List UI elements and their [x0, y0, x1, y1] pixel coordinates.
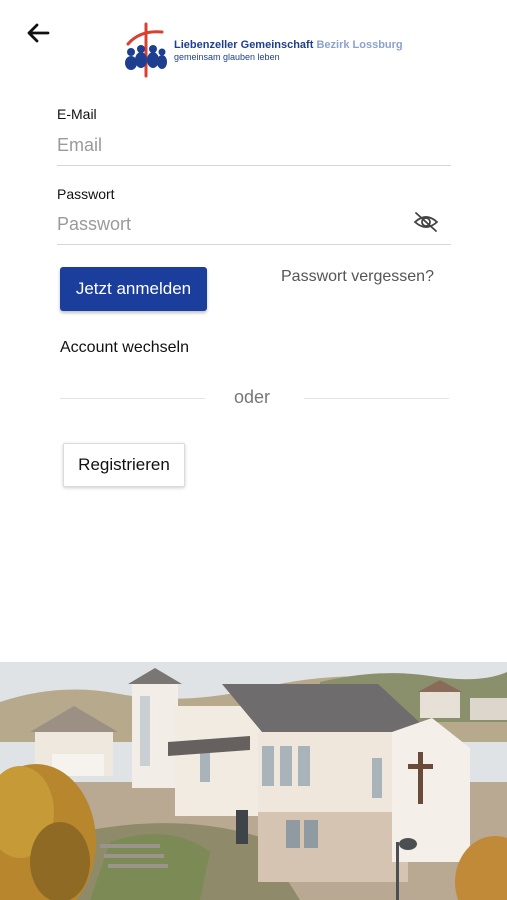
switch-account-link[interactable]: Account wechseln: [60, 339, 189, 357]
logo-name: Liebenzeller Gemeinschaft: [174, 38, 314, 51]
password-visibility-toggle[interactable]: [412, 210, 440, 234]
logo-text: Liebenzeller Gemeinschaft Bezirk Lossbur…: [174, 39, 403, 62]
eye-off-icon: [413, 212, 439, 232]
forgot-password-link[interactable]: Passwort vergessen?: [281, 268, 434, 286]
logo-district: Bezirk Lossburg: [316, 38, 403, 51]
divider-line-right: [304, 398, 449, 399]
register-button[interactable]: Registrieren: [63, 443, 185, 487]
logo-mark-icon: [125, 22, 167, 78]
church-building-photo: [0, 662, 507, 900]
login-button[interactable]: Jetzt anmelden: [60, 267, 207, 311]
arrow-left-icon: [27, 23, 50, 43]
email-field[interactable]: [57, 126, 451, 166]
logo-tagline: gemeinsam glauben leben: [174, 51, 280, 62]
email-label: E-Mail: [57, 106, 97, 122]
password-label: Passwort: [57, 186, 115, 202]
divider-label: oder: [234, 387, 271, 407]
hero-image: [0, 662, 507, 900]
divider-line-left: [60, 398, 205, 399]
password-field[interactable]: [57, 205, 451, 245]
back-button[interactable]: [22, 18, 54, 48]
logo: Liebenzeller Gemeinschaft Bezirk Lossbur…: [122, 22, 403, 78]
